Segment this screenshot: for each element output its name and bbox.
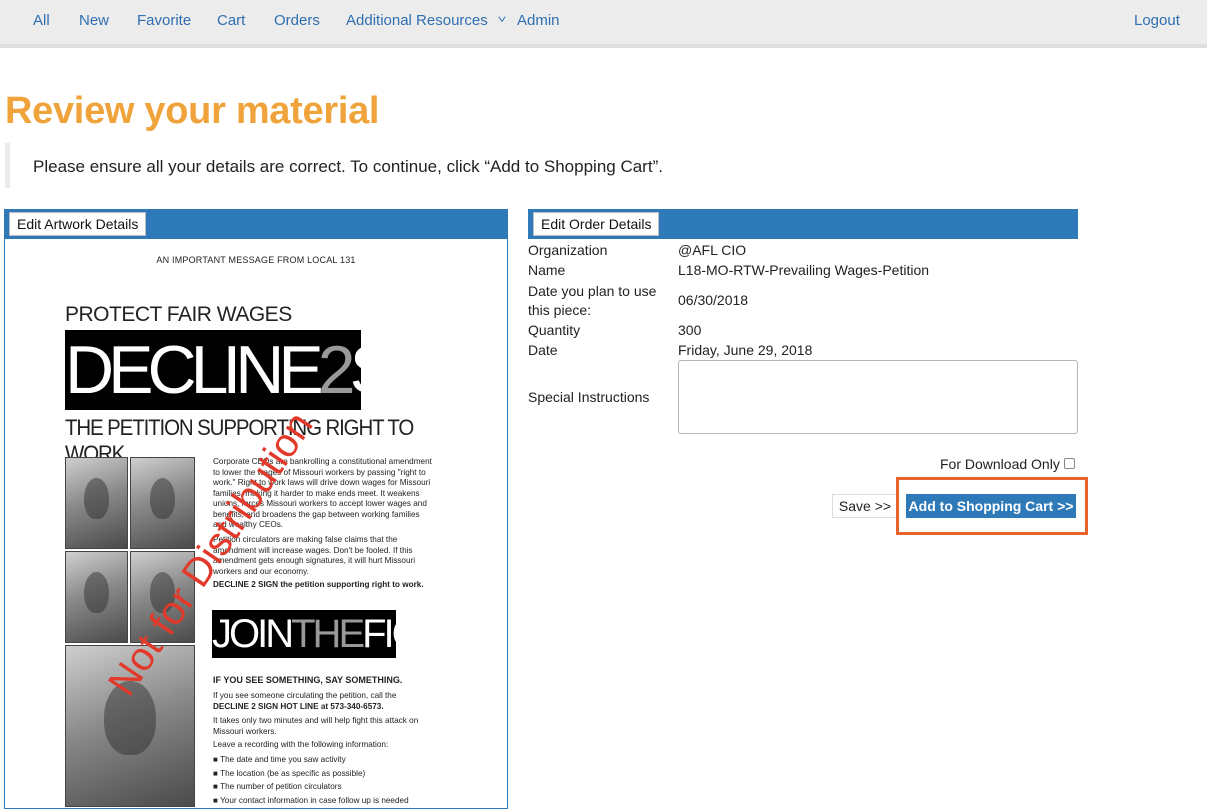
- date-label: Date: [528, 342, 558, 358]
- worker-photo-4: [130, 551, 195, 643]
- special-instructions-input[interactable]: [678, 360, 1078, 434]
- flyer-paragraph-2: Petition circulators are making false cl…: [213, 535, 416, 576]
- worker-photo-2: [130, 457, 195, 549]
- decline-word: DECLINE: [65, 332, 324, 408]
- nav-cart[interactable]: Cart: [217, 12, 245, 29]
- nav-additional-resources[interactable]: Additional Resources: [346, 12, 506, 29]
- worker-photo-3: [65, 551, 128, 643]
- join-the-fight-banner: JOINTHEFIGHT: [212, 610, 470, 658]
- name-label: Name: [528, 262, 566, 278]
- name-value: L18-MO-RTW-Prevailing Wages-Petition: [678, 262, 930, 278]
- quantity-value: 300: [678, 322, 702, 338]
- add-to-shopping-cart-button[interactable]: Add to Shopping Cart >>: [906, 494, 1076, 518]
- list-item: Your contact information in case follow …: [213, 794, 409, 808]
- the-word: THE: [291, 612, 365, 656]
- top-navbar: All New Favorite Cart Orders Additional …: [0, 0, 1207, 48]
- edit-order-details-button[interactable]: Edit Order Details: [533, 212, 660, 236]
- nav-all[interactable]: All: [33, 12, 50, 29]
- special-instructions-label: Special Instructions: [528, 389, 650, 405]
- order-panel-header: Edit Order Details: [528, 209, 1078, 239]
- list-item: The number of petition circulators: [213, 780, 409, 794]
- flyer-bullet-list: The date and time you saw activity The l…: [213, 753, 409, 807]
- organization-value: @AFL CIO: [678, 242, 747, 258]
- join-word: JOIN: [212, 612, 294, 656]
- edit-artwork-details-button[interactable]: Edit Artwork Details: [9, 212, 147, 236]
- plan-date-value: 06/30/2018: [678, 292, 749, 308]
- save-button[interactable]: Save >>: [832, 494, 898, 518]
- nav-additional-resources-label: Additional Resources: [346, 12, 488, 29]
- decline-two: 2: [317, 332, 356, 408]
- logout-link[interactable]: Logout: [1134, 12, 1180, 29]
- hotline-number: DECLINE 2 SIGN HOT LINE at 573-340-6573.: [213, 702, 384, 711]
- nav-favorite[interactable]: Favorite: [137, 12, 191, 29]
- see-something-heading: IF YOU SEE SOMETHING, SAY SOMETHING.: [213, 675, 403, 685]
- page-title: Review your material: [5, 90, 380, 132]
- artwork-panel-header: Edit Artwork Details: [4, 209, 508, 239]
- hotline-intro: If you see someone circulating the petit…: [213, 691, 397, 700]
- notice-text: Please ensure all your details are corre…: [33, 157, 663, 176]
- worker-photo-1: [65, 457, 128, 549]
- flyer-paragraph-1: Corporate CEOs are bankrolling a constit…: [213, 457, 432, 529]
- recording-text: Leave a recording with the following inf…: [213, 740, 389, 749]
- artwork-preview: AN IMPORTANT MESSAGE FROM LOCAL 131 PROT…: [4, 239, 508, 809]
- sign-word: SIGN: [349, 332, 498, 408]
- organization-label: Organization: [528, 242, 608, 258]
- flyer-header: AN IMPORTANT MESSAGE FROM LOCAL 131: [156, 255, 356, 265]
- notice-box: Please ensure all your details are corre…: [5, 143, 1205, 188]
- download-only-checkbox[interactable]: [1064, 458, 1075, 469]
- list-item: The location (be as specific as possible…: [213, 767, 409, 781]
- nav-orders[interactable]: Orders: [274, 12, 320, 29]
- two-minutes-text: It takes only two minutes and will help …: [213, 716, 419, 736]
- quantity-label: Quantity: [528, 322, 581, 338]
- chevron-down-icon: [498, 16, 506, 23]
- download-only-label: For Download Only: [940, 456, 1060, 472]
- decline-2-sign-banner: DECLINE2SIGN: [65, 330, 498, 410]
- flyer-headline: PROTECT FAIR WAGES: [65, 303, 292, 326]
- plan-date-label: Date you plan to use this piece:: [528, 283, 657, 318]
- flyer-paragraph-3: DECLINE 2 SIGN the petition supporting r…: [213, 580, 424, 589]
- worker-photo-5: [65, 645, 195, 807]
- nav-new[interactable]: New: [79, 12, 109, 29]
- date-value: Friday, June 29, 2018: [678, 342, 813, 358]
- nav-admin[interactable]: Admin: [517, 12, 560, 29]
- list-item: The date and time you saw activity: [213, 753, 409, 767]
- fight-word: FIGHT: [362, 612, 470, 656]
